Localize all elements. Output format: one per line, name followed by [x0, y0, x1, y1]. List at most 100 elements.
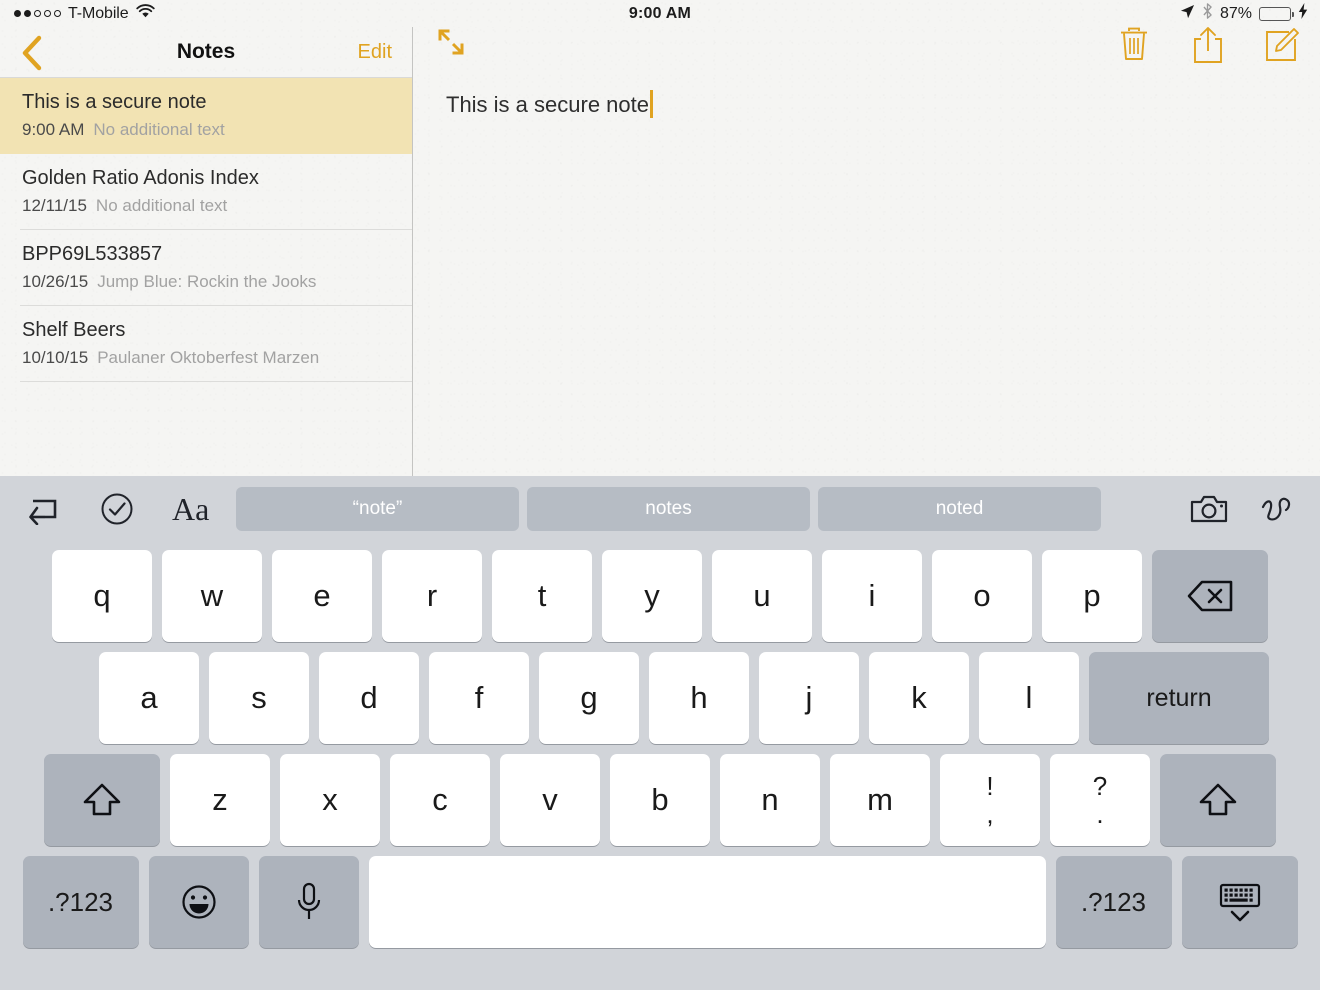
key-comma-label: , [986, 799, 994, 829]
onscreen-keyboard: Aa “note” notes noted q w e r t y u i o … [0, 476, 1320, 990]
return-key[interactable]: return [1089, 652, 1269, 744]
note-subtitle: 12/11/15 No additional text [22, 196, 392, 216]
notes-list: This is a secure note 9:00 AM No additio… [0, 78, 412, 382]
note-preview: No additional text [95, 196, 228, 215]
key-u[interactable]: u [712, 550, 812, 642]
note-editor-pane: This is a secure note [413, 0, 1320, 476]
key-i[interactable]: i [822, 550, 922, 642]
note-body-area[interactable]: This is a secure note [413, 78, 1320, 476]
key-n[interactable]: n [720, 754, 820, 846]
keyboard-row-2: a s d f g h j k l return [0, 652, 1320, 744]
note-list-item[interactable]: This is a secure note 9:00 AM No additio… [0, 78, 412, 154]
key-o[interactable]: o [932, 550, 1032, 642]
key-d[interactable]: d [319, 652, 419, 744]
key-j[interactable]: j [759, 652, 859, 744]
note-list-item[interactable]: Golden Ratio Adonis Index 12/11/15 No ad… [0, 154, 412, 230]
backspace-key[interactable] [1152, 550, 1268, 642]
share-icon[interactable] [1186, 24, 1230, 66]
location-arrow-icon [1180, 4, 1195, 24]
suggestion-chip[interactable]: noted [818, 487, 1101, 531]
note-body-value: This is a secure note [446, 92, 649, 117]
note-title: BPP69L533857 [22, 243, 163, 265]
key-f[interactable]: f [429, 652, 529, 744]
note-date: 10/10/15 [22, 348, 89, 367]
suggestion-chip[interactable]: notes [527, 487, 810, 531]
note-date: 9:00 AM [22, 120, 85, 139]
space-key[interactable] [368, 856, 1046, 948]
key-m[interactable]: m [830, 754, 930, 846]
trash-icon[interactable] [1112, 24, 1156, 66]
undo-redo-icon[interactable] [26, 493, 62, 525]
key-e[interactable]: e [272, 550, 372, 642]
note-body-text[interactable]: This is a secure note [446, 90, 653, 120]
compose-icon[interactable] [1260, 24, 1304, 66]
key-l[interactable]: l [979, 652, 1079, 744]
edit-button[interactable]: Edit [358, 41, 392, 64]
text-cursor [649, 90, 653, 118]
key-v[interactable]: v [500, 754, 600, 846]
bluetooth-icon [1202, 3, 1213, 24]
note-title: This is a secure note [22, 91, 207, 113]
microphone-icon[interactable] [258, 856, 359, 948]
keyboard-row-3: z x c v b n m ! , ? . [0, 754, 1320, 846]
key-g[interactable]: g [539, 652, 639, 744]
keyboard-row-1: q w e r t y u i o p [0, 542, 1320, 642]
key-c[interactable]: c [390, 754, 490, 846]
note-title: Shelf Beers [22, 319, 126, 341]
key-y[interactable]: y [602, 550, 702, 642]
editor-action-buttons [1112, 24, 1304, 66]
numeric-key-left[interactable]: .?123 [22, 856, 139, 948]
keyboard-toolbar-left: Aa [0, 491, 209, 528]
battery-icon [1259, 6, 1295, 21]
key-b[interactable]: b [610, 754, 710, 846]
note-preview: Jump Blue: Rockin the Jooks [97, 272, 317, 291]
ios-notes-screen: T-Mobile 9:00 AM 87% Notes Edit This is … [0, 0, 1320, 990]
camera-icon[interactable] [1190, 494, 1228, 524]
key-s[interactable]: s [209, 652, 309, 744]
status-bar: T-Mobile 9:00 AM 87% [0, 0, 1320, 27]
keyboard-row-4: .?123 .?123 [0, 856, 1320, 948]
key-a[interactable]: a [99, 652, 199, 744]
hide-keyboard-icon[interactable] [1181, 856, 1298, 948]
page-title: Notes [176, 40, 236, 63]
note-date: 10/26/15 [22, 272, 89, 291]
key-question-label: ? [1092, 771, 1108, 801]
notes-list-pane: Notes Edit This is a secure note 9:00 AM… [0, 27, 413, 476]
note-list-item[interactable]: BPP69L533857 10/26/15 Jump Blue: Rockin … [0, 230, 412, 306]
key-k[interactable]: k [869, 652, 969, 744]
key-x[interactable]: x [280, 754, 380, 846]
emoji-smiley-icon[interactable] [148, 856, 249, 948]
note-preview: No additional text [93, 120, 225, 139]
key-period-label: . [1096, 799, 1104, 829]
note-subtitle: 10/26/15 Jump Blue: Rockin the Jooks [22, 272, 392, 292]
key-exclamation-label: ! [986, 771, 994, 801]
key-r[interactable]: r [382, 550, 482, 642]
status-bar-clock: 9:00 AM [628, 4, 692, 22]
suggestion-chip[interactable]: “note” [236, 487, 519, 531]
key-t[interactable]: t [492, 550, 592, 642]
battery-percent-label: 87% [1219, 4, 1252, 22]
note-list-item[interactable]: Shelf Beers 10/10/15 Paulaner Oktoberfes… [0, 306, 412, 382]
note-title: Golden Ratio Adonis Index [22, 167, 259, 189]
handwriting-squiggle-icon[interactable] [1260, 494, 1294, 524]
note-date: 12/11/15 [22, 196, 87, 215]
expand-diagonal-arrows-icon[interactable] [435, 26, 479, 66]
note-subtitle: 9:00 AM No additional text [22, 120, 392, 140]
key-p[interactable]: p [1042, 550, 1142, 642]
checklist-circle-icon[interactable] [100, 492, 134, 526]
text-format-aa-icon[interactable]: Aa [172, 491, 209, 528]
key-question-period[interactable]: ? . [1050, 754, 1150, 846]
lightning-bolt-icon [1298, 3, 1308, 24]
key-z[interactable]: z [170, 754, 270, 846]
keyboard-toolbar-right [1190, 494, 1294, 524]
key-h[interactable]: h [649, 652, 749, 744]
predictive-suggestions: “note” notes noted [236, 487, 1101, 531]
note-preview: Paulaner Oktoberfest Marzen [97, 348, 320, 367]
key-q[interactable]: q [52, 550, 152, 642]
shift-key[interactable] [44, 754, 160, 846]
key-exclamation-comma[interactable]: ! , [940, 754, 1040, 846]
status-bar-right: 87% [1180, 3, 1308, 24]
key-w[interactable]: w [162, 550, 262, 642]
shift-key-right[interactable] [1160, 754, 1276, 846]
numeric-key-right[interactable]: .?123 [1055, 856, 1172, 948]
